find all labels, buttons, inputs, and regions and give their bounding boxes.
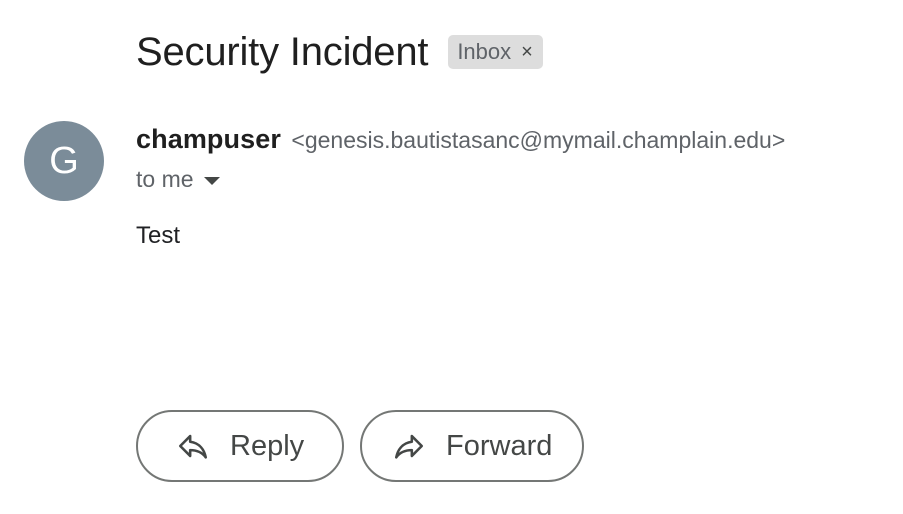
- label-chip-text: Inbox: [457, 39, 512, 64]
- forward-arrow-icon: [392, 429, 426, 463]
- sender-avatar[interactable]: G: [24, 121, 104, 201]
- avatar-letter: G: [49, 139, 79, 182]
- sender-name[interactable]: champuser: [136, 124, 281, 154]
- recipient-details-toggle[interactable]: to me: [136, 166, 220, 193]
- sender-row: champuser <genesis.bautistasanc@mymail.c…: [136, 124, 785, 155]
- remove-label-icon[interactable]: ×: [521, 42, 533, 62]
- sender-email: <genesis.bautistasanc@mymail.champlain.e…: [291, 127, 786, 153]
- forward-label: Forward: [446, 429, 553, 462]
- reply-arrow-icon: [176, 429, 210, 463]
- subject-row: Security Incident Inbox ×: [136, 26, 543, 78]
- chevron-down-icon[interactable]: [203, 176, 220, 185]
- reply-label: Reply: [230, 429, 305, 462]
- inbox-label-chip[interactable]: Inbox ×: [448, 35, 543, 69]
- forward-button[interactable]: Forward: [360, 410, 584, 482]
- reply-button[interactable]: Reply: [136, 410, 344, 482]
- recipient-text: to me: [136, 166, 194, 192]
- message-actions: Reply Forward: [136, 410, 584, 482]
- email-body: Test: [136, 222, 181, 249]
- email-subject: Security Incident: [136, 30, 429, 74]
